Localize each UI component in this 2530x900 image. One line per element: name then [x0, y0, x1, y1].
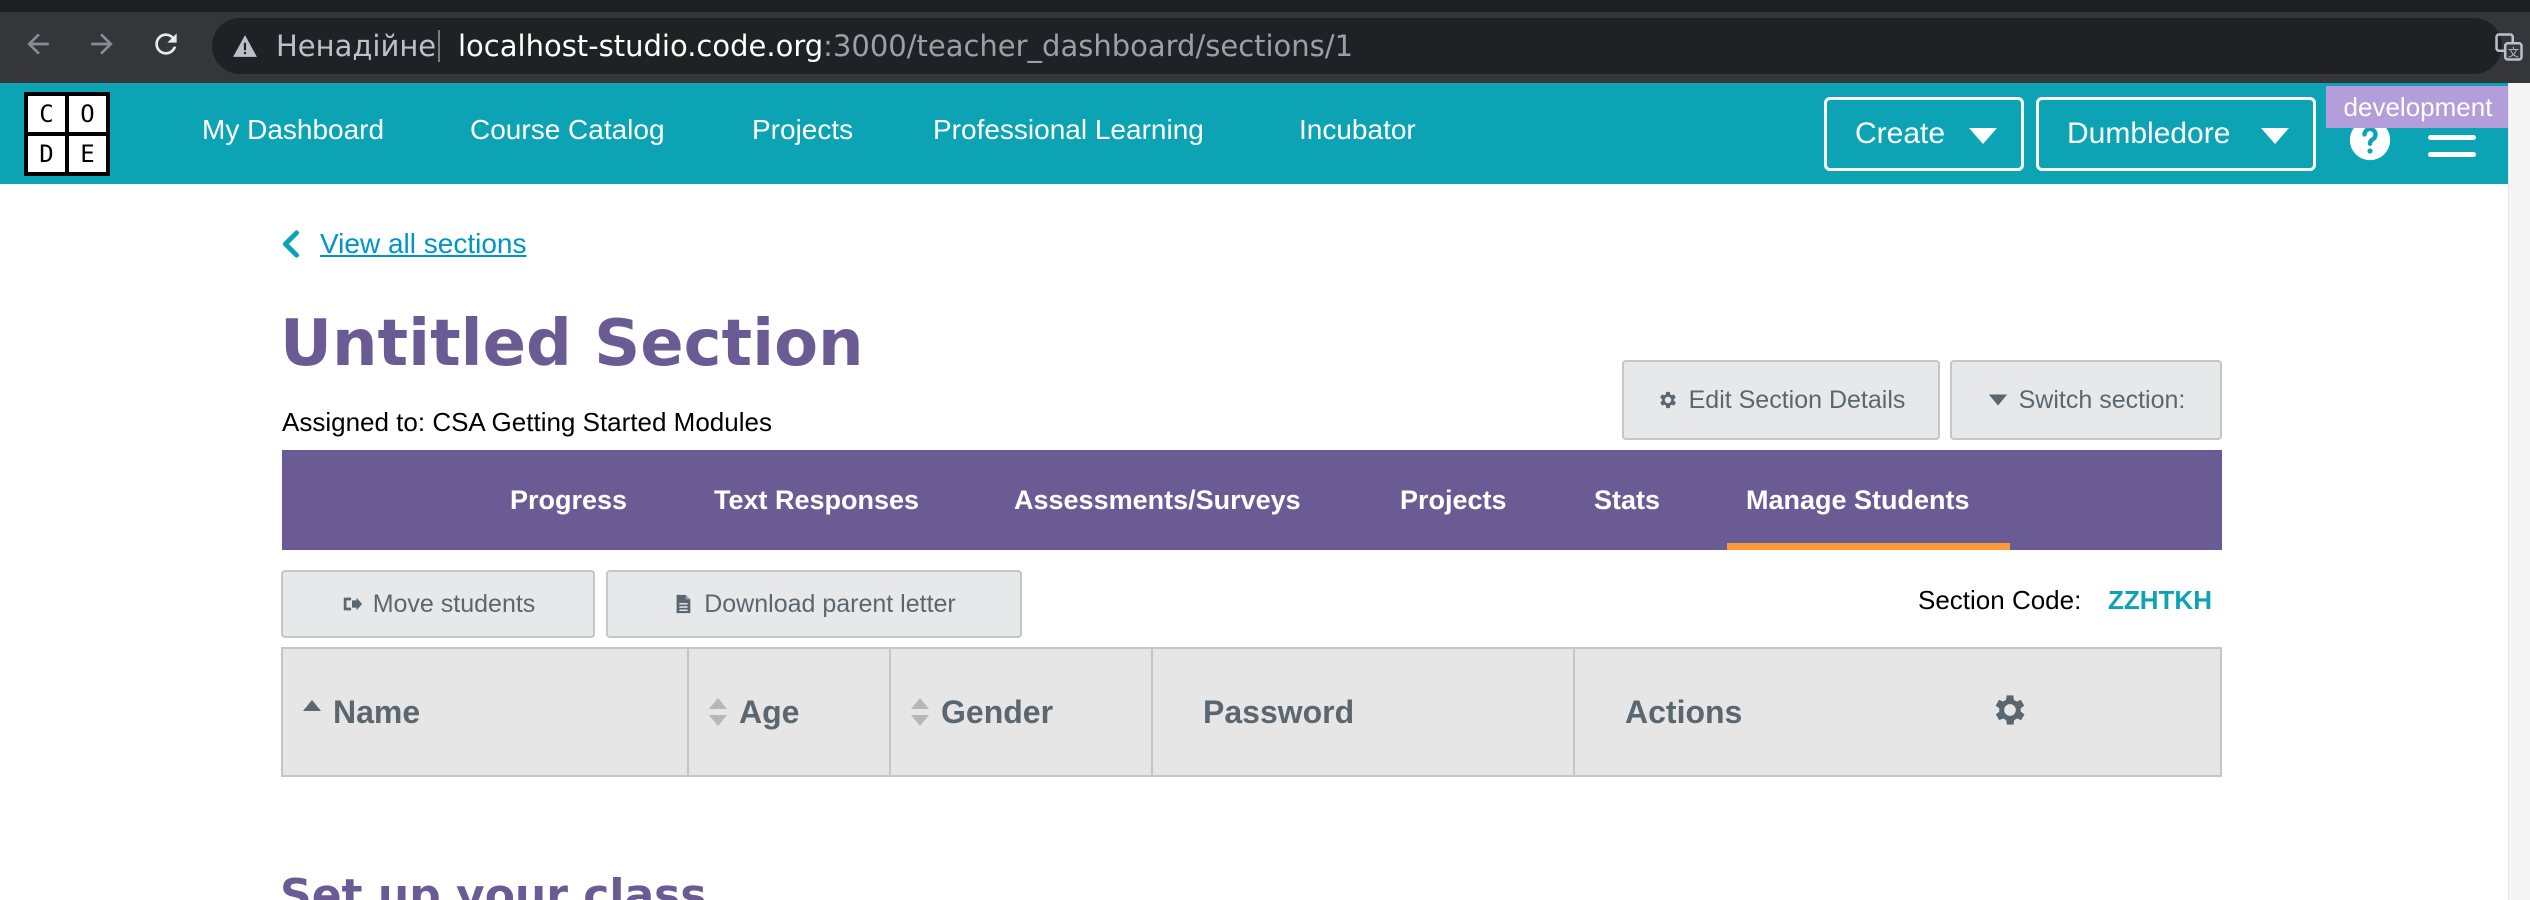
forward-button[interactable] [80, 22, 124, 66]
sort-ascending-icon [303, 698, 321, 726]
translate-icon[interactable]: 文 [2494, 32, 2524, 62]
logo-letter: O [69, 96, 106, 132]
caret-down-icon [1969, 128, 1997, 144]
section-code-label: Section Code: [1918, 585, 2082, 615]
assigned-course: Assigned to: CSA Getting Started Modules [282, 407, 772, 437]
nav-incubator[interactable]: Incubator [1299, 112, 1416, 148]
logo-letter: E [69, 136, 106, 172]
switch-section-label: Switch section: [2018, 385, 2186, 414]
sort-icon [709, 698, 727, 726]
column-header-password: Password [1153, 649, 1575, 775]
column-label: Name [333, 693, 421, 730]
column-label: Actions [1625, 693, 1743, 730]
active-tab-indicator [1727, 543, 2010, 550]
arrow-left-icon [27, 33, 49, 55]
arrow-right-icon [91, 33, 113, 55]
logo-letter: D [28, 136, 65, 172]
move-students-button[interactable]: Move students [281, 570, 595, 638]
column-label: Password [1203, 693, 1355, 730]
students-table-header: Name Age Gender Password Actions [281, 647, 2222, 777]
column-header-gender[interactable]: Gender [891, 649, 1153, 775]
tab-progress[interactable]: Progress [510, 450, 627, 550]
environment-badge: development [2326, 86, 2510, 128]
section-tabs-bar: Progress Text Responses Assessments/Surv… [282, 450, 2222, 550]
user-name: Dumbledore [2067, 117, 2231, 150]
url-path: :3000/teacher_dashboard/sections/1 [823, 29, 1354, 63]
caret-down-icon [1988, 394, 2007, 406]
url-separator [438, 30, 440, 62]
svg-text:文: 文 [2508, 45, 2519, 59]
nav-course-catalog[interactable]: Course Catalog [470, 112, 665, 148]
column-label: Gender [941, 693, 1054, 730]
tab-manage-students[interactable]: Manage Students [1746, 450, 1970, 550]
security-label[interactable]: Ненадійне [276, 28, 436, 64]
section-code-value: ZZHTKH [2108, 585, 2212, 615]
download-parent-letter-button[interactable]: Download parent letter [606, 570, 1022, 638]
url-text[interactable]: localhost-studio.code.org:3000/teacher_d… [458, 28, 1353, 64]
download-parent-letter-label: Download parent letter [704, 589, 956, 618]
view-all-sections-link[interactable]: View all sections [320, 228, 526, 260]
switch-section-button[interactable]: Switch section: [1950, 360, 2222, 440]
reload-icon [155, 33, 177, 55]
logo-letter: C [28, 96, 65, 132]
url-host: localhost-studio.code.org [458, 29, 824, 63]
screen: Ненадійне localhost-studio.code.org:3000… [0, 0, 2530, 900]
gear-icon[interactable] [1990, 690, 2030, 730]
sign-out-icon [343, 597, 362, 611]
edit-section-details-button[interactable]: Edit Section Details [1622, 360, 1940, 440]
back-button[interactable] [16, 22, 60, 66]
create-dropdown-button[interactable]: Create [1824, 97, 2024, 171]
column-label: Age [739, 693, 800, 730]
tab-stats[interactable]: Stats [1594, 450, 1660, 550]
user-menu-button[interactable]: Dumbledore [2036, 97, 2316, 171]
nav-my-dashboard[interactable]: My Dashboard [202, 112, 384, 148]
warning-icon [233, 35, 257, 57]
reload-button[interactable] [144, 22, 188, 66]
nav-professional-learning[interactable]: Professional Learning [933, 112, 1204, 148]
file-text-icon [676, 594, 691, 614]
code-logo[interactable]: C O D E [24, 92, 110, 176]
column-header-age[interactable]: Age [689, 649, 891, 775]
tab-projects[interactable]: Projects [1400, 450, 1507, 550]
move-students-label: Move students [372, 589, 536, 618]
nav-projects[interactable]: Projects [752, 112, 853, 148]
edit-section-details-label: Edit Section Details [1688, 385, 1906, 414]
tab-assessments-surveys[interactable]: Assessments/Surveys [1014, 450, 1301, 550]
page-scrollbar[interactable] [2508, 83, 2530, 900]
caret-down-icon [2261, 128, 2289, 144]
column-header-actions: Actions [1575, 649, 2220, 775]
tab-text-responses[interactable]: Text Responses [714, 450, 919, 550]
setup-class-heading: Set up your class [280, 870, 707, 900]
browser-tab-strip [0, 0, 2530, 12]
column-header-name[interactable]: Name [283, 649, 689, 775]
view-all-sections-link-row: View all sections [282, 226, 526, 262]
section-title: Untitled Section [280, 307, 864, 381]
create-label: Create [1855, 117, 1946, 150]
sort-icon [911, 698, 929, 726]
chevron-left-icon [282, 230, 300, 258]
gear-icon [1659, 391, 1676, 409]
